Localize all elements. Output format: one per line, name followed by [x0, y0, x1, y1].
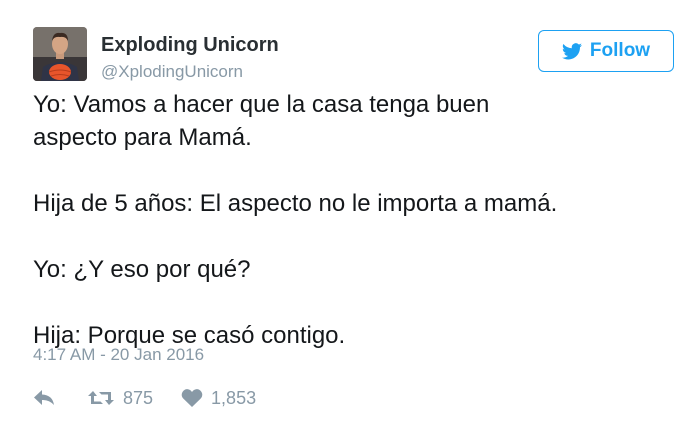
retweet-button[interactable]: 875: [87, 388, 153, 409]
tweet-text: Yo: Vamos a hacer que la casa tenga buen…: [33, 88, 683, 352]
tweet-line: Hija de 5 años: El aspecto no le importa…: [33, 190, 558, 217]
tweet-card: Exploding Unicorn @XplodingUnicorn Follo…: [0, 0, 700, 434]
author-display-name[interactable]: Exploding Unicorn: [101, 34, 279, 57]
reply-arrow-icon: [34, 390, 54, 405]
twitter-bird-icon: [561, 42, 582, 59]
author-screen-name[interactable]: @XplodingUnicorn: [101, 62, 243, 82]
like-count: 1,853: [211, 387, 257, 408]
tweet-line: aspecto para Mamá.: [33, 124, 252, 151]
retweet-count: 875: [123, 387, 154, 408]
follow-button[interactable]: Follow: [538, 30, 674, 72]
reply-button[interactable]: [33, 389, 55, 407]
avatar-photo: [33, 27, 87, 81]
heart-icon: [181, 389, 203, 407]
tweet-actions: 875 1,853: [33, 384, 256, 412]
follow-button-label: Follow: [589, 40, 651, 61]
tweet-line: Yo: ¿Y eso por qué?: [33, 256, 251, 283]
avatar[interactable]: [33, 27, 87, 81]
tweet-timestamp[interactable]: 4:17 AM - 20 Jan 2016: [33, 345, 204, 365]
retweet-icon: [88, 391, 114, 405]
tweet-line: Yo: Vamos a hacer que la casa tenga buen: [33, 91, 490, 118]
like-button[interactable]: 1,853: [181, 388, 256, 409]
